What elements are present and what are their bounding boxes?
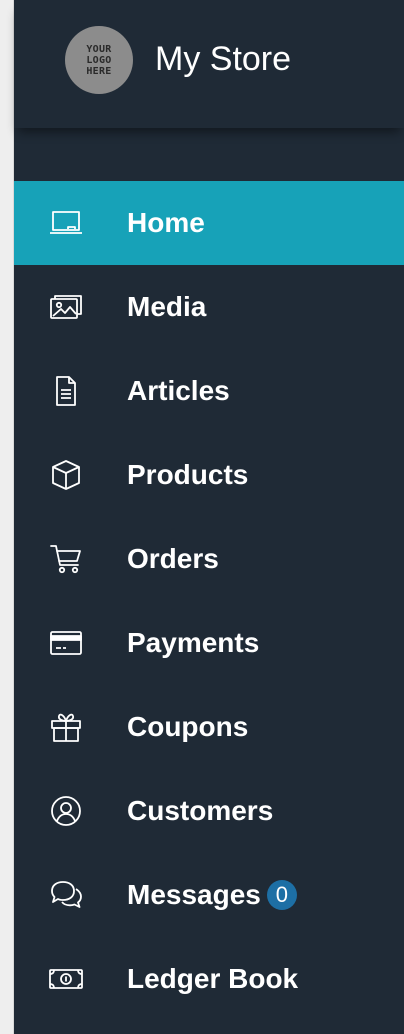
sidebar-nav: Home Media Articles Products Orders Paym…: [14, 181, 404, 1021]
brand-header[interactable]: YOUR LOGO HERE My Store: [14, 0, 404, 128]
sidebar-item-coupons[interactable]: Coupons: [14, 685, 404, 769]
sidebar-item-home[interactable]: Home: [14, 181, 404, 265]
credit-card-icon: [48, 625, 84, 661]
sidebar-item-label: Media: [127, 291, 207, 322]
window-edge: [0, 0, 14, 1034]
unread-count-badge: 0: [266, 879, 297, 910]
sidebar-item-label: Coupons: [127, 711, 249, 742]
sidebar-item-label: Home: [127, 207, 205, 238]
sidebar-item-label: Messages 0: [127, 875, 297, 915]
box-icon: [48, 457, 84, 493]
sidebar-item-messages[interactable]: Messages 0: [14, 853, 404, 937]
sidebar-item-orders[interactable]: Orders: [14, 517, 404, 601]
user-circle-icon: [48, 793, 84, 829]
sidebar-item-articles[interactable]: Articles: [14, 349, 404, 433]
sidebar-item-customers[interactable]: Customers: [14, 769, 404, 853]
sidebar-item-ledger-book[interactable]: Ledger Book: [14, 937, 404, 1021]
gift-icon: [48, 709, 84, 745]
sidebar-item-label: Payments: [127, 627, 260, 658]
store-name: My Store: [155, 40, 292, 78]
sidebar-item-label: Articles: [127, 375, 230, 406]
sidebar-item-payments[interactable]: Payments: [14, 601, 404, 685]
sidebar: YOUR LOGO HERE My Store Home Media Artic…: [14, 0, 404, 1034]
sidebar-item-products[interactable]: Products: [14, 433, 404, 517]
cart-icon: [48, 541, 84, 577]
logo: YOUR LOGO HERE: [65, 26, 133, 94]
sidebar-item-label: Ledger Book: [127, 963, 299, 994]
images-icon: [48, 289, 84, 325]
sidebar-item-media[interactable]: Media: [14, 265, 404, 349]
money-bill-icon: [48, 961, 84, 997]
laptop-icon: [48, 205, 84, 241]
sidebar-item-label: Products: [127, 459, 249, 490]
sidebar-item-label: Customers: [127, 795, 274, 826]
document-icon: [48, 373, 84, 409]
sidebar-item-label: Orders: [127, 543, 219, 574]
chat-bubbles-icon: [48, 877, 84, 913]
